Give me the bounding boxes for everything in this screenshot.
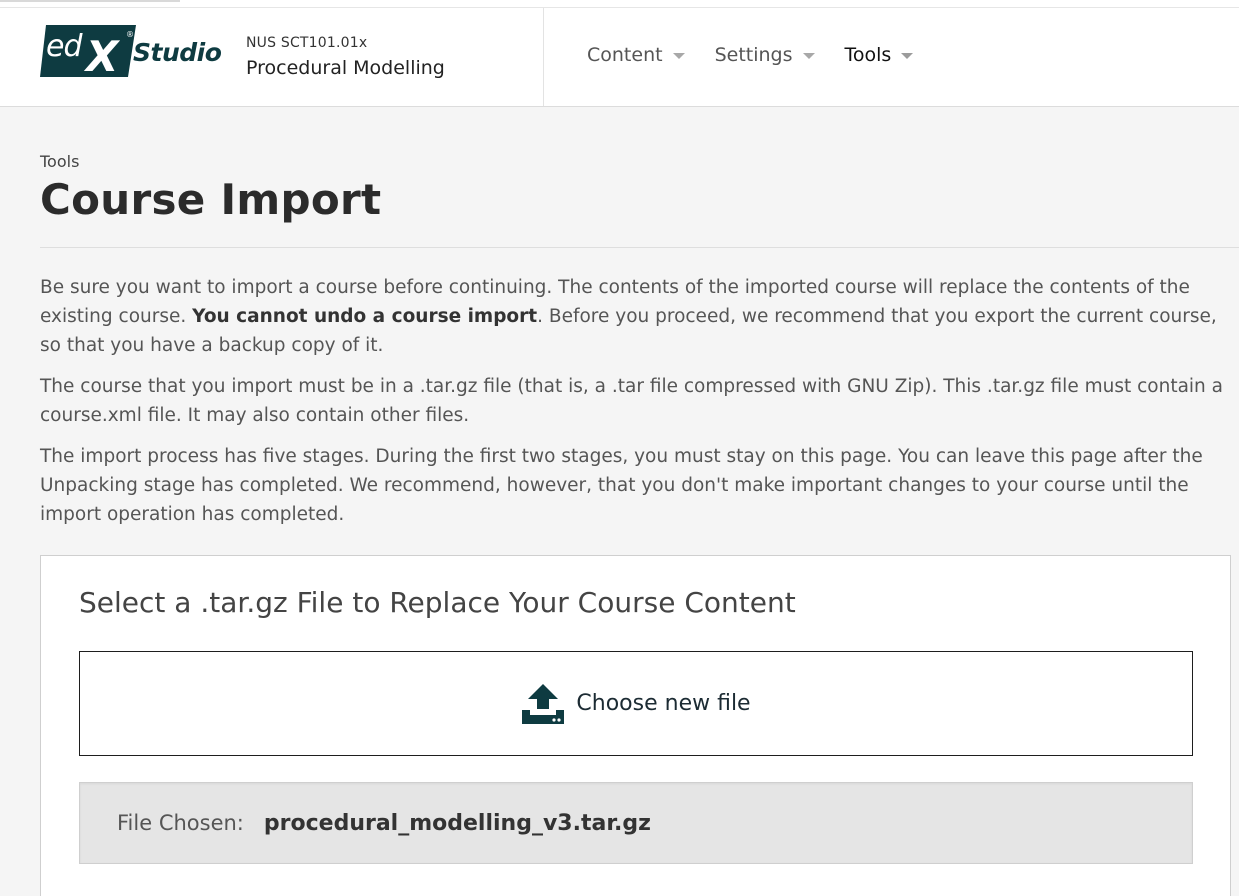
nav-content-label: Content	[587, 44, 663, 66]
file-chosen-display: File Chosen: procedural_modelling_v3.tar…	[79, 782, 1193, 864]
caret-down-icon	[672, 52, 685, 59]
import-panel-title: Select a .tar.gz File to Replace Your Co…	[79, 586, 796, 619]
edx-studio-logo[interactable]: ed X ® Studio	[40, 25, 222, 81]
svg-text:X: X	[83, 32, 121, 77]
studio-wordmark: Studio	[133, 37, 222, 67]
intro-paragraph-warning: Be sure you want to import a course befo…	[40, 277, 1217, 356]
course-title: Procedural Modelling	[246, 57, 445, 79]
header-divider	[543, 8, 544, 106]
undo-warning: You cannot undo a course import	[192, 306, 538, 327]
page-header: Tools Course Import	[40, 152, 1239, 224]
file-chosen-label: File Chosen:	[117, 811, 244, 835]
main-nav: Content Settings Tools	[587, 44, 943, 66]
choose-new-file-button[interactable]: Choose new file	[79, 651, 1193, 756]
nav-content-menu[interactable]: Content	[587, 44, 685, 66]
browser-top-strip	[0, 0, 1239, 8]
svg-text:®: ®	[126, 30, 134, 39]
page-title: Course Import	[40, 175, 382, 224]
upload-icon	[522, 683, 565, 724]
breadcrumb: Tools	[40, 152, 80, 171]
nav-tools-menu[interactable]: Tools	[845, 44, 914, 66]
caret-down-icon	[901, 52, 914, 59]
nav-tools-label: Tools	[844, 44, 892, 66]
file-chosen-filename: procedural_modelling_v3.tar.gz	[263, 810, 651, 836]
course-context[interactable]: NUS SCT101.01x Procedural Modelling	[246, 35, 445, 79]
nav-settings-label: Settings	[714, 44, 793, 66]
svg-text:ed: ed	[46, 29, 83, 64]
import-introduction: Be sure you want to import a course befo…	[40, 273, 1230, 541]
title-divider	[40, 247, 1239, 248]
nav-settings-menu[interactable]: Settings	[715, 44, 815, 66]
course-org-number: NUS SCT101.01x	[246, 35, 368, 51]
studio-header: ed X ® Studio NUS SCT101.01x Procedural …	[0, 8, 1239, 107]
intro-paragraph-format: The course that you import must be in a …	[40, 376, 1223, 426]
intro-paragraph-stages: The import process has five stages. Duri…	[40, 446, 1203, 525]
caret-down-icon	[802, 52, 815, 59]
import-panel: Select a .tar.gz File to Replace Your Co…	[40, 555, 1231, 896]
choose-new-file-label: Choose new file	[576, 691, 751, 716]
edx-logo-icon: ed X ®	[40, 25, 136, 81]
